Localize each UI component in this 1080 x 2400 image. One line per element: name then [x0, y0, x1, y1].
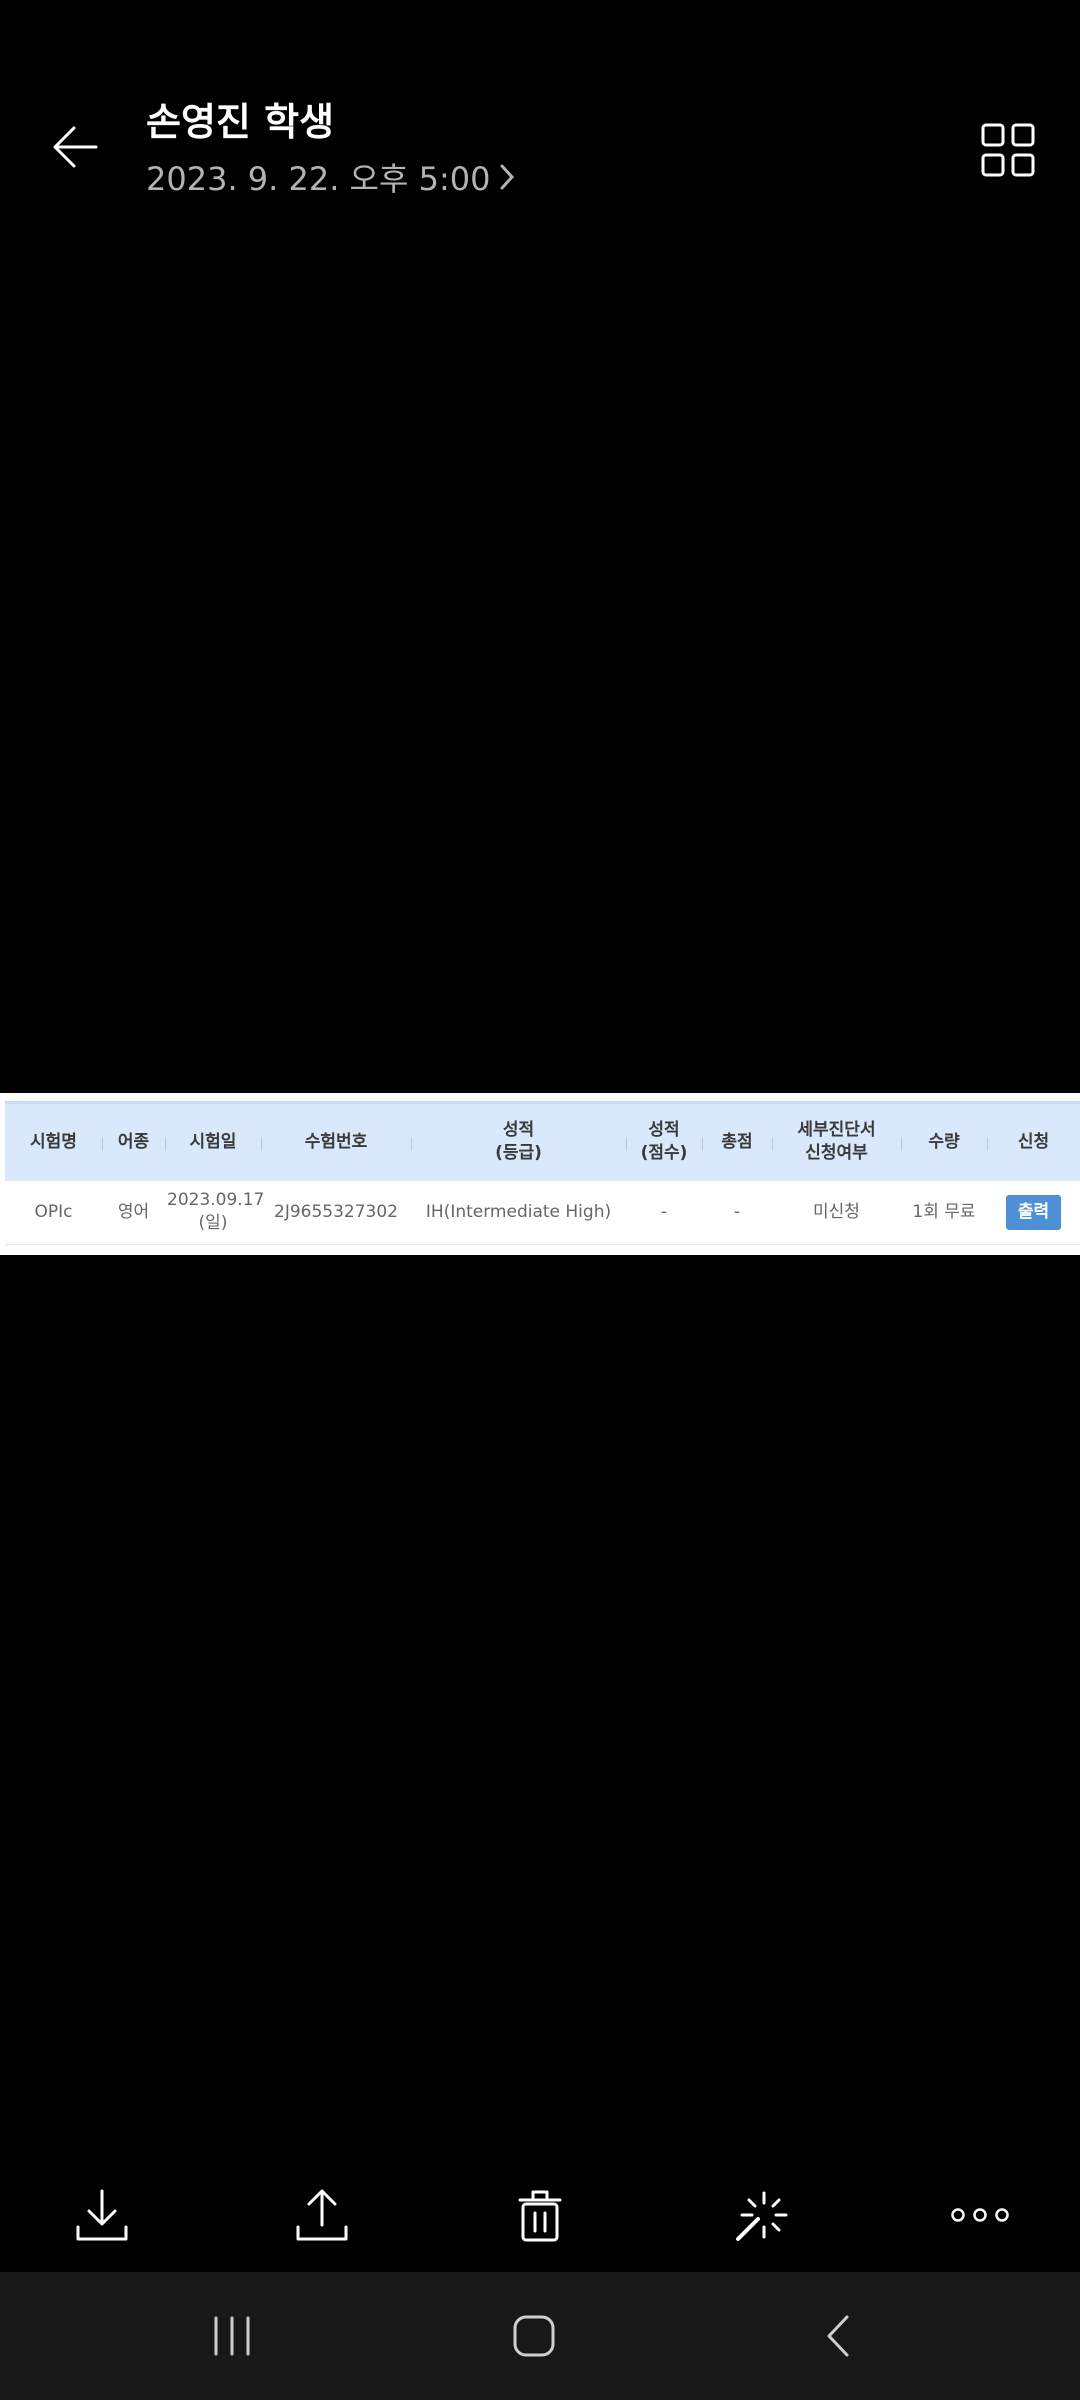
share-icon: [296, 2189, 348, 2241]
photo-content: 시험명 어종 시험일 수험번호 성적 (등급) 성적 (점수) 총점 세부진단서 신청…: [0, 1093, 1080, 1255]
back-button[interactable]: [40, 112, 110, 182]
chevron-left-icon: [827, 2315, 849, 2357]
grid-view-button[interactable]: [980, 122, 1036, 178]
table-header-row: 시험명 어종 시험일 수험번호 성적 (등급) 성적 (점수) 총점 세부진단서 신청…: [5, 1102, 1080, 1181]
header-diag: 세부진단서 신청여부: [772, 1103, 901, 1181]
recent-apps-icon: [214, 2316, 250, 2356]
cell-reg-no: 2J9655327302: [261, 1180, 411, 1245]
table-row: OPIc 영어 2023.09.17 (일) 2J9655327302 IH(In…: [5, 1180, 1080, 1245]
cell-score: -: [626, 1180, 702, 1245]
home-icon: [513, 2315, 555, 2357]
enhance-button[interactable]: [720, 2175, 800, 2255]
header-language: 어종: [102, 1103, 165, 1181]
header-quantity: 수량: [901, 1103, 987, 1181]
arrow-left-icon: [53, 126, 98, 168]
delete-button[interactable]: [500, 2175, 580, 2255]
trash-icon: [518, 2190, 562, 2242]
title-block: 손영진 학생 2023. 9. 22. 오후 5:00: [146, 100, 516, 200]
header-exam: 시험명: [30, 1131, 77, 1152]
share-button[interactable]: [282, 2175, 362, 2255]
header-score: 성적 (점수): [626, 1103, 702, 1181]
cell-apply: 출력: [987, 1180, 1080, 1245]
recent-apps-button[interactable]: [192, 2296, 272, 2376]
cell-date: 2023.09.17 (일): [165, 1180, 264, 1245]
download-button[interactable]: [62, 2175, 142, 2255]
gallery-viewer: 손영진 학생 2023. 9. 22. 오후 5:00 시험명 어종 시험일 수…: [0, 0, 1080, 2400]
header-grade: 성적 (등급): [411, 1103, 626, 1181]
cell-exam: OPIc: [5, 1180, 102, 1245]
cell-quantity: 1회 무료: [901, 1180, 987, 1245]
datetime-text: 2023. 9. 22. 오후 5:00: [146, 159, 491, 198]
home-button[interactable]: [494, 2296, 574, 2376]
cell-language: 영어: [102, 1180, 165, 1245]
top-bar: 손영진 학생 2023. 9. 22. 오후 5:00: [0, 90, 1080, 230]
cell-total: -: [702, 1180, 772, 1245]
grid-icon: [981, 123, 1035, 177]
more-button[interactable]: [940, 2175, 1020, 2255]
header-reg-no: 수험번호: [261, 1103, 411, 1181]
datetime-link[interactable]: 2023. 9. 22. 오후 5:00: [146, 154, 516, 200]
header-date: 시험일: [165, 1103, 261, 1181]
cell-diag: 미신청: [772, 1180, 901, 1245]
navigation-bar: [0, 2272, 1080, 2400]
header-apply: 신청: [987, 1103, 1080, 1181]
more-icon: [951, 2208, 1009, 2222]
chevron-right-icon: [498, 163, 516, 191]
cell-grade: IH(Intermediate High): [411, 1180, 626, 1245]
page-title: 손영진 학생: [146, 100, 335, 144]
header-total: 총점: [702, 1103, 772, 1181]
print-button[interactable]: 출력: [1005, 1194, 1062, 1230]
score-table: 시험명 어종 시험일 수험번호 성적 (등급) 성적 (점수) 총점 세부진단서 신청…: [5, 1101, 1080, 1245]
magic-wand-icon: [736, 2191, 788, 2241]
back-nav-button[interactable]: [798, 2296, 878, 2376]
download-icon: [76, 2189, 128, 2241]
action-bar: [0, 2160, 1080, 2270]
